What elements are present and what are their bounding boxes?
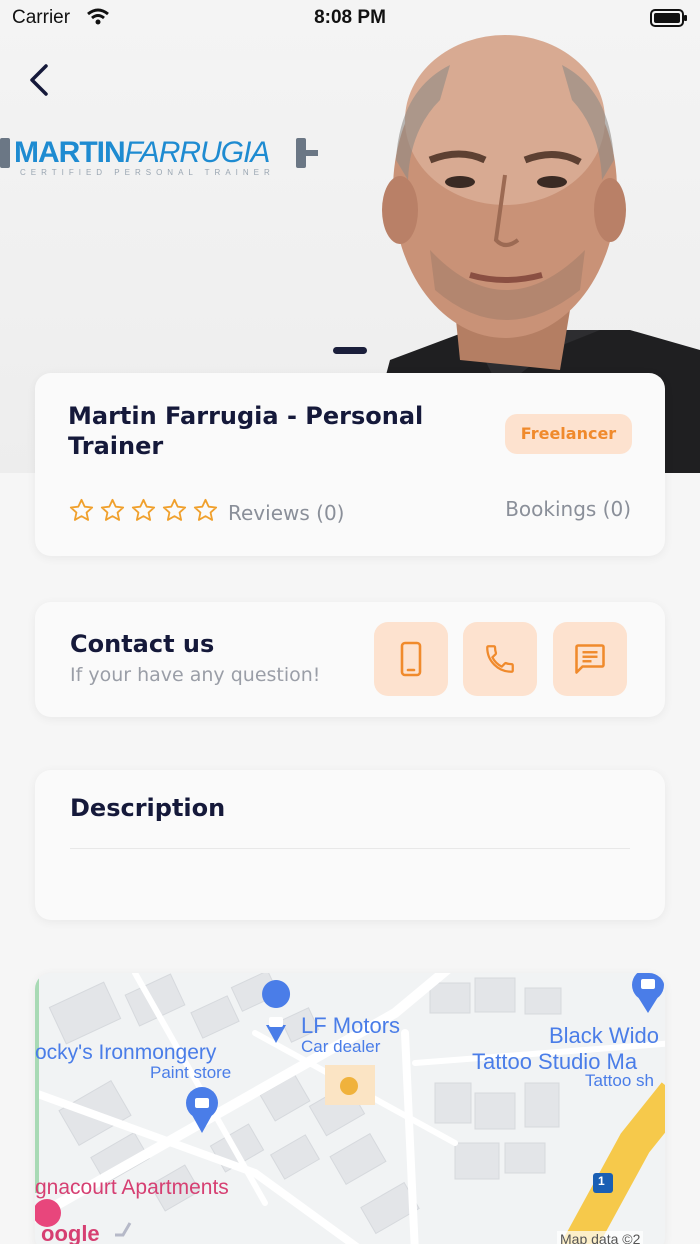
map-label-paint-store: Paint store	[150, 1063, 232, 1082]
star-icon	[162, 498, 187, 521]
location-map[interactable]: LF Motors Car dealer ocky's Ironmongery …	[35, 973, 665, 1244]
star-icon	[69, 498, 94, 521]
map-label-black-widow: Black Wido	[549, 1023, 660, 1048]
star-icon	[100, 498, 125, 521]
mobile-button[interactable]	[374, 622, 448, 696]
bookings-count: Bookings (0)	[505, 497, 631, 521]
contact-title: Contact us	[70, 630, 215, 658]
map-label-tattoo-sh: Tattoo sh	[585, 1071, 654, 1090]
mobile-icon	[400, 641, 422, 677]
contact-subtitle: If your have any question!	[70, 664, 321, 686]
logo-wordmark: MARTINFARRUGIA	[14, 136, 270, 169]
reviews-count[interactable]: Reviews (0)	[228, 501, 344, 525]
page-indicator	[333, 347, 367, 354]
brand-logo: MARTINFARRUGIA CERTIFIED PERSONAL TRAINE…	[0, 128, 320, 188]
divider	[70, 848, 630, 849]
status-bar: Carrier 8:08 PM	[0, 0, 700, 38]
message-button[interactable]	[553, 622, 627, 696]
rating-stars	[68, 497, 219, 524]
star-icon	[193, 498, 218, 521]
description-title: Description	[70, 794, 226, 822]
map-label-apartments: gnacourt Apartments	[35, 1176, 229, 1199]
logo-tagline: CERTIFIED PERSONAL TRAINER	[20, 168, 275, 177]
provider-name: Martin Farrugia - Personal Trainer	[68, 402, 424, 460]
freelancer-badge: Freelancer	[505, 414, 632, 454]
map-data-attribution[interactable]: Map data ©2	[557, 1231, 644, 1244]
description-card: Description	[35, 770, 665, 920]
provider-card: Martin Farrugia - Personal Trainer Freel…	[35, 373, 665, 556]
map-label-ironmongery: ocky's Ironmongery	[35, 1041, 217, 1064]
map-label-lf-motors: LF Motors	[301, 1013, 401, 1038]
clock: 8:08 PM	[314, 7, 386, 28]
google-logo: oogle	[41, 1221, 100, 1244]
back-button[interactable]	[22, 60, 58, 100]
chat-icon	[575, 644, 605, 674]
battery-icon	[650, 9, 687, 27]
call-button[interactable]	[463, 622, 537, 696]
star-icon	[131, 498, 156, 521]
phone-icon	[486, 645, 514, 673]
contact-card: Contact us If your have any question!	[35, 602, 665, 717]
map-label-car-dealer: Car dealer	[301, 1037, 381, 1056]
route-number: 1	[598, 1174, 605, 1188]
